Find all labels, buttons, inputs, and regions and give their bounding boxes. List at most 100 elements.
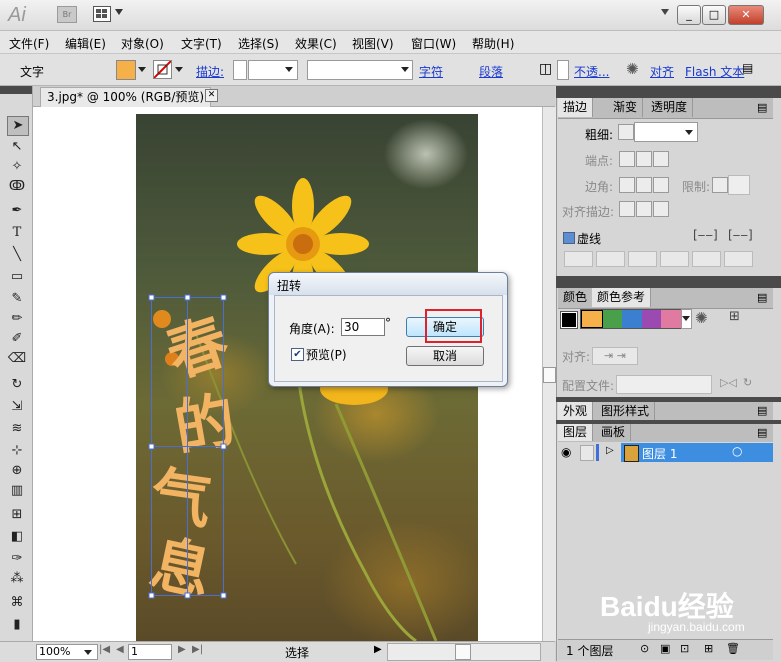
bevel-join-icon[interactable] bbox=[653, 177, 669, 193]
edit-colors-icon[interactable]: ✺ bbox=[695, 309, 708, 327]
menu-object[interactable]: 对象(O) bbox=[121, 35, 164, 52]
cancel-button[interactable]: 取消 bbox=[406, 346, 484, 366]
dash-align-icon[interactable]: [‒‒] bbox=[728, 228, 753, 242]
tab-color[interactable]: 颜色 bbox=[558, 288, 594, 307]
align-link[interactable]: 对齐 bbox=[650, 63, 674, 80]
panel-menu-icon[interactable]: ▤ bbox=[757, 291, 767, 304]
blend-tool-icon[interactable]: ⁂ bbox=[7, 570, 27, 588]
panel-menu-icon[interactable]: ▤ bbox=[742, 61, 753, 75]
tab-layers[interactable]: 图层 bbox=[558, 424, 594, 441]
base-color-swatch[interactable] bbox=[560, 311, 578, 329]
tab-transparency[interactable]: 透明度 bbox=[646, 98, 694, 117]
graph-tool-icon[interactable]: ▥ bbox=[7, 482, 27, 500]
menu-view[interactable]: 视图(V) bbox=[352, 35, 394, 52]
angle-input[interactable] bbox=[341, 318, 385, 336]
rotate-tool-icon[interactable]: ↻ bbox=[7, 376, 27, 394]
mesh-tool-icon[interactable]: ⊞ bbox=[7, 506, 27, 524]
tab-gradient[interactable]: 渐变 bbox=[608, 98, 644, 117]
panel-menu-icon[interactable]: ▤ bbox=[757, 404, 767, 417]
prev-page-icon[interactable]: ◀ bbox=[116, 644, 124, 655]
align-center-icon[interactable] bbox=[619, 201, 635, 217]
limit-input[interactable] bbox=[728, 175, 750, 195]
menu-file[interactable]: 文件(F) bbox=[9, 35, 49, 52]
round-join-icon[interactable] bbox=[636, 177, 652, 193]
rectangle-tool-icon[interactable]: ▭ bbox=[7, 268, 27, 286]
symbol-sprayer-tool-icon[interactable]: ⌘ bbox=[7, 594, 27, 612]
tab-stroke[interactable]: 描边 bbox=[558, 98, 594, 117]
tab-appearance[interactable]: 外观 bbox=[558, 402, 594, 421]
scrollbar-thumb[interactable] bbox=[455, 644, 471, 660]
shape-builder-tool-icon[interactable]: ⊕ bbox=[7, 462, 27, 480]
style-select[interactable] bbox=[557, 60, 569, 80]
close-icon[interactable]: ✕ bbox=[205, 89, 218, 102]
document-tab[interactable]: 3.jpg* @ 100% (RGB/预览) bbox=[40, 87, 212, 107]
scale-tool-icon[interactable]: ⇲ bbox=[7, 398, 27, 416]
preview-checkbox[interactable]: ✔ bbox=[291, 348, 304, 361]
lock-toggle[interactable] bbox=[580, 445, 594, 461]
menu-effect[interactable]: 效果(C) bbox=[295, 35, 337, 52]
workspace-menu-icon[interactable] bbox=[661, 9, 669, 15]
direct-selection-tool-icon[interactable]: ↖ bbox=[7, 138, 27, 156]
flash-text-link[interactable]: Flash 文本 bbox=[685, 63, 744, 80]
scrollbar-thumb[interactable] bbox=[543, 367, 556, 383]
lasso-tool-icon[interactable]: ↂ bbox=[7, 178, 27, 196]
chevron-down-icon[interactable] bbox=[138, 67, 146, 72]
harmony-swatches[interactable] bbox=[580, 309, 682, 329]
pen-tool-icon[interactable]: ✒ bbox=[7, 202, 27, 220]
restore-button[interactable]: □ bbox=[702, 5, 726, 25]
butt-cap-icon[interactable] bbox=[619, 151, 635, 167]
profile-select[interactable] bbox=[616, 375, 712, 394]
weight-stepper[interactable] bbox=[618, 124, 634, 140]
selection-tool-icon[interactable]: ➤ bbox=[7, 116, 29, 136]
tab-graphic-styles[interactable]: 图形样式 bbox=[596, 402, 656, 421]
gradient-tool-icon[interactable]: ◧ bbox=[7, 528, 27, 546]
selection-bounding-box[interactable] bbox=[146, 292, 230, 602]
style-icon[interactable]: ◫ bbox=[539, 61, 552, 77]
paintbrush-tool-icon[interactable]: ✎ bbox=[7, 290, 27, 308]
new-layer-icon[interactable]: ⊞ bbox=[704, 642, 713, 655]
align-inside-icon[interactable] bbox=[636, 201, 652, 217]
dashed-checkbox[interactable] bbox=[563, 232, 575, 244]
first-page-icon[interactable]: |◀ bbox=[99, 644, 110, 655]
menu-type[interactable]: 文字(T) bbox=[181, 35, 222, 52]
character-link[interactable]: 字符 bbox=[419, 63, 443, 80]
blob-brush-tool-icon[interactable]: ✐ bbox=[7, 330, 27, 348]
status-menu-icon[interactable]: ▶ bbox=[374, 644, 382, 655]
tab-color-guide[interactable]: 颜色参考 bbox=[592, 288, 652, 307]
visibility-eye-icon[interactable]: ◉ bbox=[561, 445, 571, 459]
chevron-down-icon[interactable] bbox=[175, 67, 183, 72]
arrange-documents-icon[interactable] bbox=[93, 6, 111, 22]
trash-icon[interactable]: 🗑 bbox=[726, 642, 740, 655]
eraser-tool-icon[interactable]: ⌫ bbox=[7, 350, 27, 368]
stroke-swatch[interactable] bbox=[153, 60, 172, 79]
stroke-link[interactable]: 描边: bbox=[196, 63, 224, 80]
warp-tool-icon[interactable]: ≋ bbox=[7, 420, 27, 438]
menu-edit[interactable]: 编辑(E) bbox=[65, 35, 106, 52]
panel-menu-icon[interactable]: ▤ bbox=[757, 426, 767, 439]
panel-menu-icon[interactable]: ▤ bbox=[757, 101, 767, 114]
opacity-link[interactable]: 不透... bbox=[574, 63, 609, 80]
chevron-down-icon[interactable] bbox=[115, 9, 123, 15]
align-buttons[interactable]: ⇥ ⇥ bbox=[592, 347, 638, 365]
layer-name[interactable]: 图层 1 bbox=[642, 445, 677, 462]
round-cap-icon[interactable] bbox=[636, 151, 652, 167]
align-outside-icon[interactable] bbox=[653, 201, 669, 217]
bridge-button[interactable]: Br bbox=[57, 6, 77, 23]
clipping-mask-icon[interactable]: ▣ bbox=[660, 642, 670, 655]
miter-join-icon[interactable] bbox=[619, 177, 635, 193]
paragraph-link[interactable]: 段落 bbox=[479, 63, 503, 80]
dash-corner-icon[interactable]: [‒‒] bbox=[693, 228, 718, 242]
next-page-icon[interactable]: ▶ bbox=[178, 644, 186, 655]
line-tool-icon[interactable]: ╲ bbox=[7, 246, 27, 264]
menu-help[interactable]: 帮助(H) bbox=[472, 35, 514, 52]
magic-wand-tool-icon[interactable]: ✧ bbox=[7, 158, 27, 176]
panel-dock-header[interactable] bbox=[556, 276, 781, 288]
column-graph-tool-icon[interactable]: ▮ bbox=[7, 616, 27, 634]
page-select[interactable]: 1 bbox=[128, 644, 172, 660]
menu-window[interactable]: 窗口(W) bbox=[411, 35, 456, 52]
expand-triangle-icon[interactable]: ▷ bbox=[606, 445, 614, 456]
layer-selected-highlight[interactable]: 图层 1 ○ bbox=[621, 443, 773, 462]
dialog-title-bar[interactable]: 扭转 bbox=[269, 273, 507, 295]
eyedropper-tool-icon[interactable]: ✑ bbox=[7, 550, 27, 568]
fill-swatch[interactable] bbox=[116, 60, 136, 80]
